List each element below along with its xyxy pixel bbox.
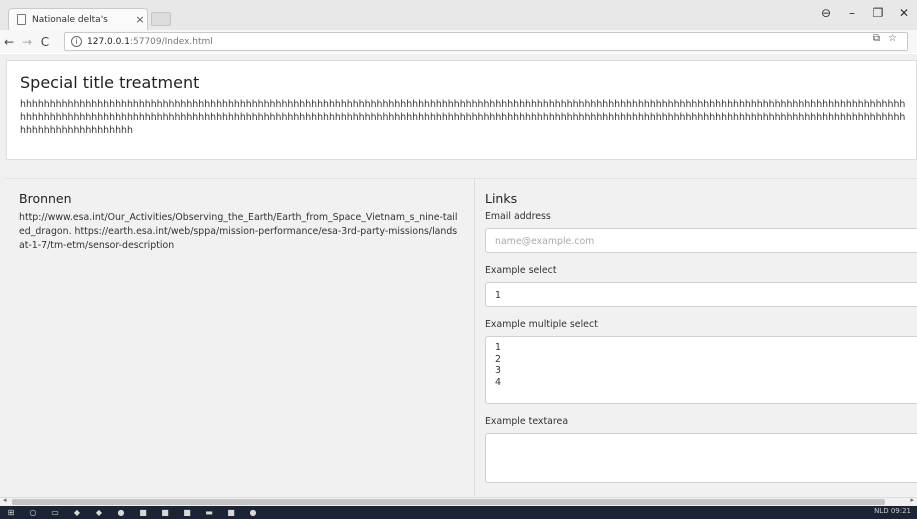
horizontal-scrollbar[interactable]: ◂ ▸ xyxy=(0,496,917,506)
multi-option[interactable]: 2 xyxy=(495,354,915,366)
example-select[interactable]: 1 xyxy=(485,282,917,307)
new-tab-button[interactable] xyxy=(151,12,171,26)
multi-select-label: Example multiple select xyxy=(485,319,598,330)
chrome-icon[interactable]: ● xyxy=(242,508,264,517)
tab-close-icon[interactable]: × xyxy=(133,13,147,26)
windows-taskbar: ⊞ ○ ▭ ◆ ◆ ● ■ ■ ■ ▬ ■ ● NLD 09:21 xyxy=(0,506,917,519)
browser-tab[interactable]: Nationale delta's × xyxy=(8,8,148,30)
restore-button[interactable]: ❐ xyxy=(865,6,891,20)
url-path: :57709/Index.html xyxy=(129,36,213,47)
close-window-button[interactable]: ✕ xyxy=(891,6,917,20)
translate-icon[interactable]: ⧉ xyxy=(873,33,880,44)
example-multiple-select[interactable]: 1 2 3 4 xyxy=(485,336,917,404)
app-icon[interactable]: ■ xyxy=(154,508,176,517)
multi-option[interactable]: 1 xyxy=(495,342,915,354)
scrollbar-thumb[interactable] xyxy=(12,499,885,505)
browser-chrome: Nationale delta's × ⊖ – ❐ ✕ ← → C i 127.… xyxy=(0,0,917,53)
tab-strip: Nationale delta's × ⊖ – ❐ ✕ xyxy=(0,0,917,30)
system-tray: NLD 09:21 xyxy=(874,507,911,515)
bronnen-title: Bronnen xyxy=(19,191,72,206)
folder-icon[interactable]: ▬ xyxy=(198,508,220,517)
card-text: hhhhhhhhhhhhhhhhhhhhhhhhhhhhhhhhhhhhhhhh… xyxy=(20,99,906,136)
app-icon[interactable]: ■ xyxy=(176,508,198,517)
select-label: Example select xyxy=(485,265,557,276)
bronnen-text: http://www.esa.int/Our_Activities/Observ… xyxy=(19,212,458,251)
app-icon[interactable]: ● xyxy=(110,508,132,517)
example-textarea[interactable] xyxy=(485,433,917,483)
task-view-icon[interactable]: ▭ xyxy=(44,508,66,517)
tray-clock[interactable]: NLD 09:21 xyxy=(874,507,911,515)
app-icon[interactable]: ◆ xyxy=(66,508,88,517)
forward-button[interactable]: → xyxy=(18,35,36,49)
minimize-button[interactable]: – xyxy=(839,6,865,20)
email-label: Email address xyxy=(485,211,551,222)
app-icon[interactable]: ◆ xyxy=(88,508,110,517)
app-icon[interactable]: ■ xyxy=(132,508,154,517)
window-controls: ⊖ – ❐ ✕ xyxy=(813,6,917,20)
reload-button[interactable]: C xyxy=(36,35,54,49)
account-icon[interactable]: ⊖ xyxy=(813,6,839,20)
links-title: Links xyxy=(485,191,518,206)
search-icon[interactable]: ○ xyxy=(22,508,44,517)
multi-option[interactable]: 3 xyxy=(495,365,915,377)
email-field[interactable]: name@example.com xyxy=(485,228,917,253)
back-button[interactable]: ← xyxy=(0,35,18,49)
card-title: Special title treatment xyxy=(20,73,200,92)
scroll-left-icon[interactable]: ◂ xyxy=(3,496,7,504)
document-icon xyxy=(17,14,26,25)
start-icon[interactable]: ⊞ xyxy=(0,508,22,517)
info-icon[interactable]: i xyxy=(71,36,82,47)
bronnen-panel: Bronnen http://www.esa.int/Our_Activitie… xyxy=(6,179,475,497)
url-host: 127.0.0.1 xyxy=(87,36,130,47)
app-icon[interactable]: ■ xyxy=(220,508,242,517)
browser-toolbar: ← → C i 127.0.0.1:57709/Index.html ⧉ ☆ xyxy=(0,30,917,53)
page-viewport: Special title treatment hhhhhhhhhhhhhhhh… xyxy=(0,54,917,497)
address-bar[interactable]: i 127.0.0.1:57709/Index.html xyxy=(64,32,908,51)
links-panel: Links Email address name@example.com Exa… xyxy=(475,179,917,497)
omnibox-actions: ⧉ ☆ xyxy=(873,33,897,44)
bookmark-star-icon[interactable]: ☆ xyxy=(888,33,897,44)
content-row: Bronnen http://www.esa.int/Our_Activitie… xyxy=(6,178,917,497)
textarea-label: Example textarea xyxy=(485,416,569,427)
tab-title: Nationale delta's xyxy=(32,14,108,25)
scroll-right-icon[interactable]: ▸ xyxy=(910,496,914,504)
title-card: Special title treatment hhhhhhhhhhhhhhhh… xyxy=(6,60,917,160)
multi-option[interactable]: 4 xyxy=(495,377,915,389)
